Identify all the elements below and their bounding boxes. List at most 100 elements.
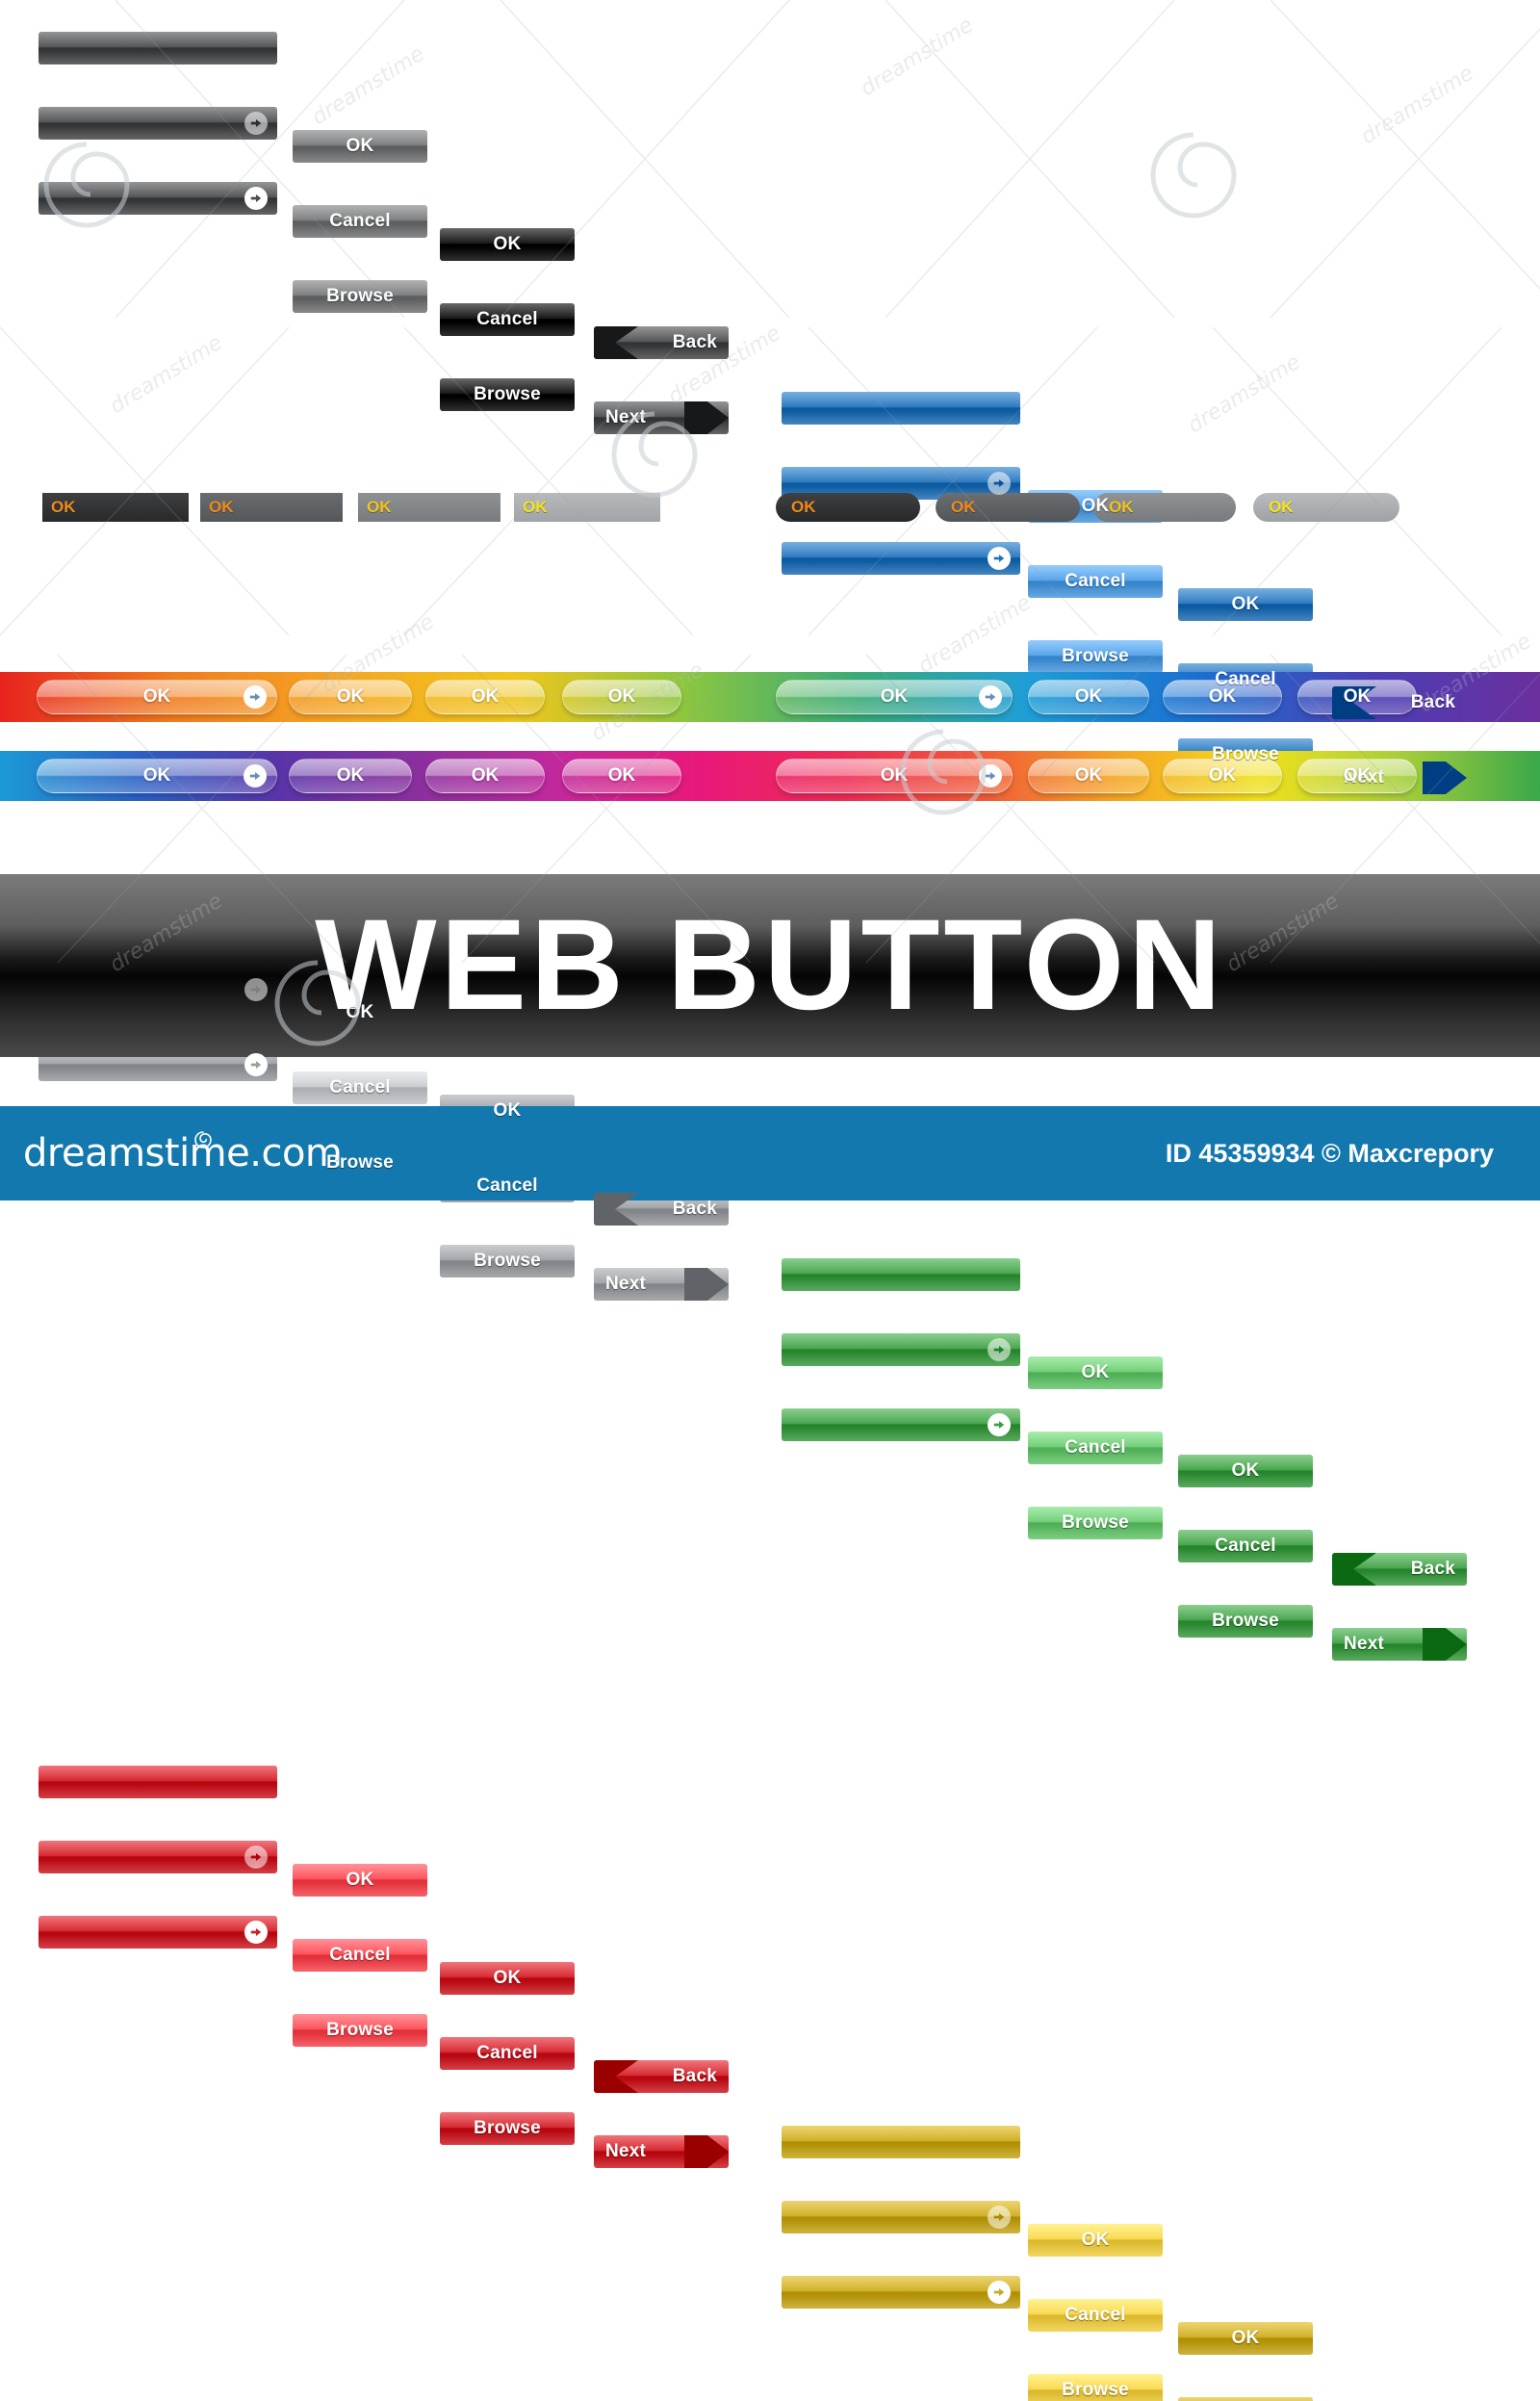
button-ok-light[interactable]: OK (1028, 1356, 1163, 1389)
button-browse-dark[interactable]: Browse (440, 378, 575, 411)
arrow-right-icon[interactable] (988, 1338, 1011, 1361)
button-label: OK (1081, 2230, 1110, 2250)
button-cancel-dark[interactable]: Cancel (440, 2037, 575, 2070)
rainbow1-ok-button[interactable]: OK (37, 680, 277, 714)
wide-bar-button[interactable] (782, 2276, 1020, 2309)
button-label: Browse (326, 2020, 394, 2040)
back-button[interactable]: Back (594, 1193, 729, 1226)
button-browse-light[interactable]: Browse (293, 2014, 427, 2047)
button-browse-light[interactable]: Browse (293, 280, 427, 313)
arrow-right-icon[interactable] (988, 2281, 1011, 2304)
arrow-right-icon[interactable] (244, 1846, 268, 1869)
wide-bar-button[interactable] (38, 32, 277, 65)
button-label: Cancel (329, 211, 391, 231)
rainbow1-ok-button[interactable]: OK (776, 680, 1013, 714)
rainbow2-ok-button[interactable]: OK (1028, 759, 1149, 793)
wide-bar-button[interactable] (782, 542, 1020, 575)
arrow-right-icon[interactable] (979, 764, 1002, 787)
ok-badge-rounded[interactable]: OK (936, 493, 1080, 522)
button-cancel-light[interactable]: Cancel (1028, 2299, 1163, 2332)
ok-badge-rounded[interactable]: OK (776, 493, 920, 522)
button-cancel-light[interactable]: Cancel (1028, 1432, 1163, 1464)
wide-bar-button[interactable] (38, 1841, 277, 1873)
button-label: Back (1410, 1559, 1455, 1579)
arrow-right-icon[interactable] (988, 472, 1011, 495)
next-button[interactable]: Next (594, 2135, 729, 2168)
rainbow1-ok-button[interactable]: OK (1028, 680, 1149, 714)
arrow-right-icon[interactable] (244, 764, 267, 787)
button-label: OK (471, 686, 500, 707)
banner-title: WEB BUTTON (315, 893, 1225, 1037)
wide-bar-button[interactable] (782, 2201, 1020, 2233)
wide-bar-button[interactable] (782, 2126, 1020, 2158)
ok-badge-square[interactable]: OK (358, 493, 500, 522)
button-cancel-dark[interactable]: Cancel (1178, 1530, 1313, 1562)
ok-badge-rounded[interactable]: OK (1253, 493, 1399, 522)
next-button[interactable]: Next (1332, 1628, 1467, 1661)
rainbow2-ok-button[interactable]: OK (37, 759, 277, 793)
button-label: Browse (1212, 744, 1279, 764)
rainbow1-ok-button[interactable]: OK (425, 680, 545, 714)
rainbow1-ok-button[interactable]: OK (562, 680, 681, 714)
badge-label: OK (367, 498, 392, 516)
rainbow1-ok-button[interactable]: OK (289, 680, 412, 714)
button-browse-light[interactable]: Browse (1028, 1507, 1163, 1539)
button-cancel-dark[interactable]: Cancel (1178, 2397, 1313, 2401)
button-label: OK (471, 765, 500, 786)
button-cancel-light[interactable]: Cancel (293, 205, 427, 238)
button-browse-light[interactable]: Browse (1028, 2374, 1163, 2401)
wide-bar-button[interactable] (38, 1766, 277, 1798)
wide-bar-button[interactable] (782, 1333, 1020, 1366)
button-ok-dark[interactable]: OK (1178, 588, 1313, 621)
wide-bar-button[interactable] (782, 1408, 1020, 1441)
wide-bar-button[interactable] (782, 392, 1020, 425)
rainbow2-ok-button[interactable]: OK (776, 759, 1013, 793)
arrow-right-icon[interactable] (988, 547, 1011, 570)
button-cancel-dark[interactable]: Cancel (440, 303, 575, 336)
next-button[interactable]: Next (594, 401, 729, 434)
button-ok-light[interactable]: OK (1028, 2224, 1163, 2257)
wide-bar-button[interactable] (782, 1258, 1020, 1291)
back-button[interactable]: Back (594, 326, 729, 359)
button-ok-dark[interactable]: OK (440, 228, 575, 261)
wide-bar-button[interactable] (38, 1916, 277, 1949)
button-label: OK (1343, 686, 1372, 707)
ok-badge-square[interactable]: OK (200, 493, 343, 522)
button-browse-dark[interactable]: Browse (440, 1245, 575, 1278)
button-label: OK (880, 765, 909, 786)
button-cancel-light[interactable]: Cancel (1028, 565, 1163, 598)
arrow-right-icon[interactable] (244, 112, 268, 135)
button-cancel-light[interactable]: Cancel (293, 1939, 427, 1972)
button-browse-dark[interactable]: Browse (1178, 1605, 1313, 1638)
wide-bar-button[interactable] (38, 107, 277, 140)
button-ok-light[interactable]: OK (293, 130, 427, 163)
back-button[interactable]: Back (594, 2060, 729, 2093)
arrow-right-icon[interactable] (979, 685, 1002, 709)
arrow-right-icon[interactable] (244, 187, 268, 210)
dreamstime-logo[interactable]: dreamstime.com (23, 1131, 343, 1175)
wide-bar-button[interactable] (38, 182, 277, 215)
arrow-right-icon[interactable] (988, 1413, 1011, 1436)
button-ok-light[interactable]: OK (293, 1864, 427, 1897)
rainbow2-ok-button[interactable]: OK (562, 759, 681, 793)
button-browse-dark[interactable]: Browse (440, 2112, 575, 2145)
ok-badge-square[interactable]: OK (42, 493, 189, 522)
rainbow2-ok-button[interactable]: OK (289, 759, 412, 793)
back-button[interactable]: Back (1332, 1553, 1467, 1586)
button-ok-dark[interactable]: OK (440, 1962, 575, 1995)
button-label: OK (1231, 594, 1260, 614)
arrow-right-icon[interactable] (244, 685, 267, 709)
button-browse-light[interactable]: Browse (1028, 640, 1163, 673)
ok-badge-square[interactable]: OK (514, 493, 660, 522)
button-ok-dark[interactable]: OK (1178, 2322, 1313, 2355)
next-button[interactable]: Next (594, 1268, 729, 1301)
button-label: OK (1081, 496, 1110, 516)
arrow-right-icon[interactable] (988, 2206, 1011, 2229)
button-ok-dark[interactable]: OK (1178, 1455, 1313, 1487)
button-cancel-light[interactable]: Cancel (293, 1071, 427, 1104)
arrow-right-icon[interactable] (244, 978, 268, 1001)
rainbow2-ok-button[interactable]: OK (425, 759, 545, 793)
arrow-right-icon[interactable] (244, 1921, 268, 1944)
arrow-right-icon[interactable] (244, 1053, 268, 1076)
ok-badge-rounded[interactable]: OK (1093, 493, 1236, 522)
